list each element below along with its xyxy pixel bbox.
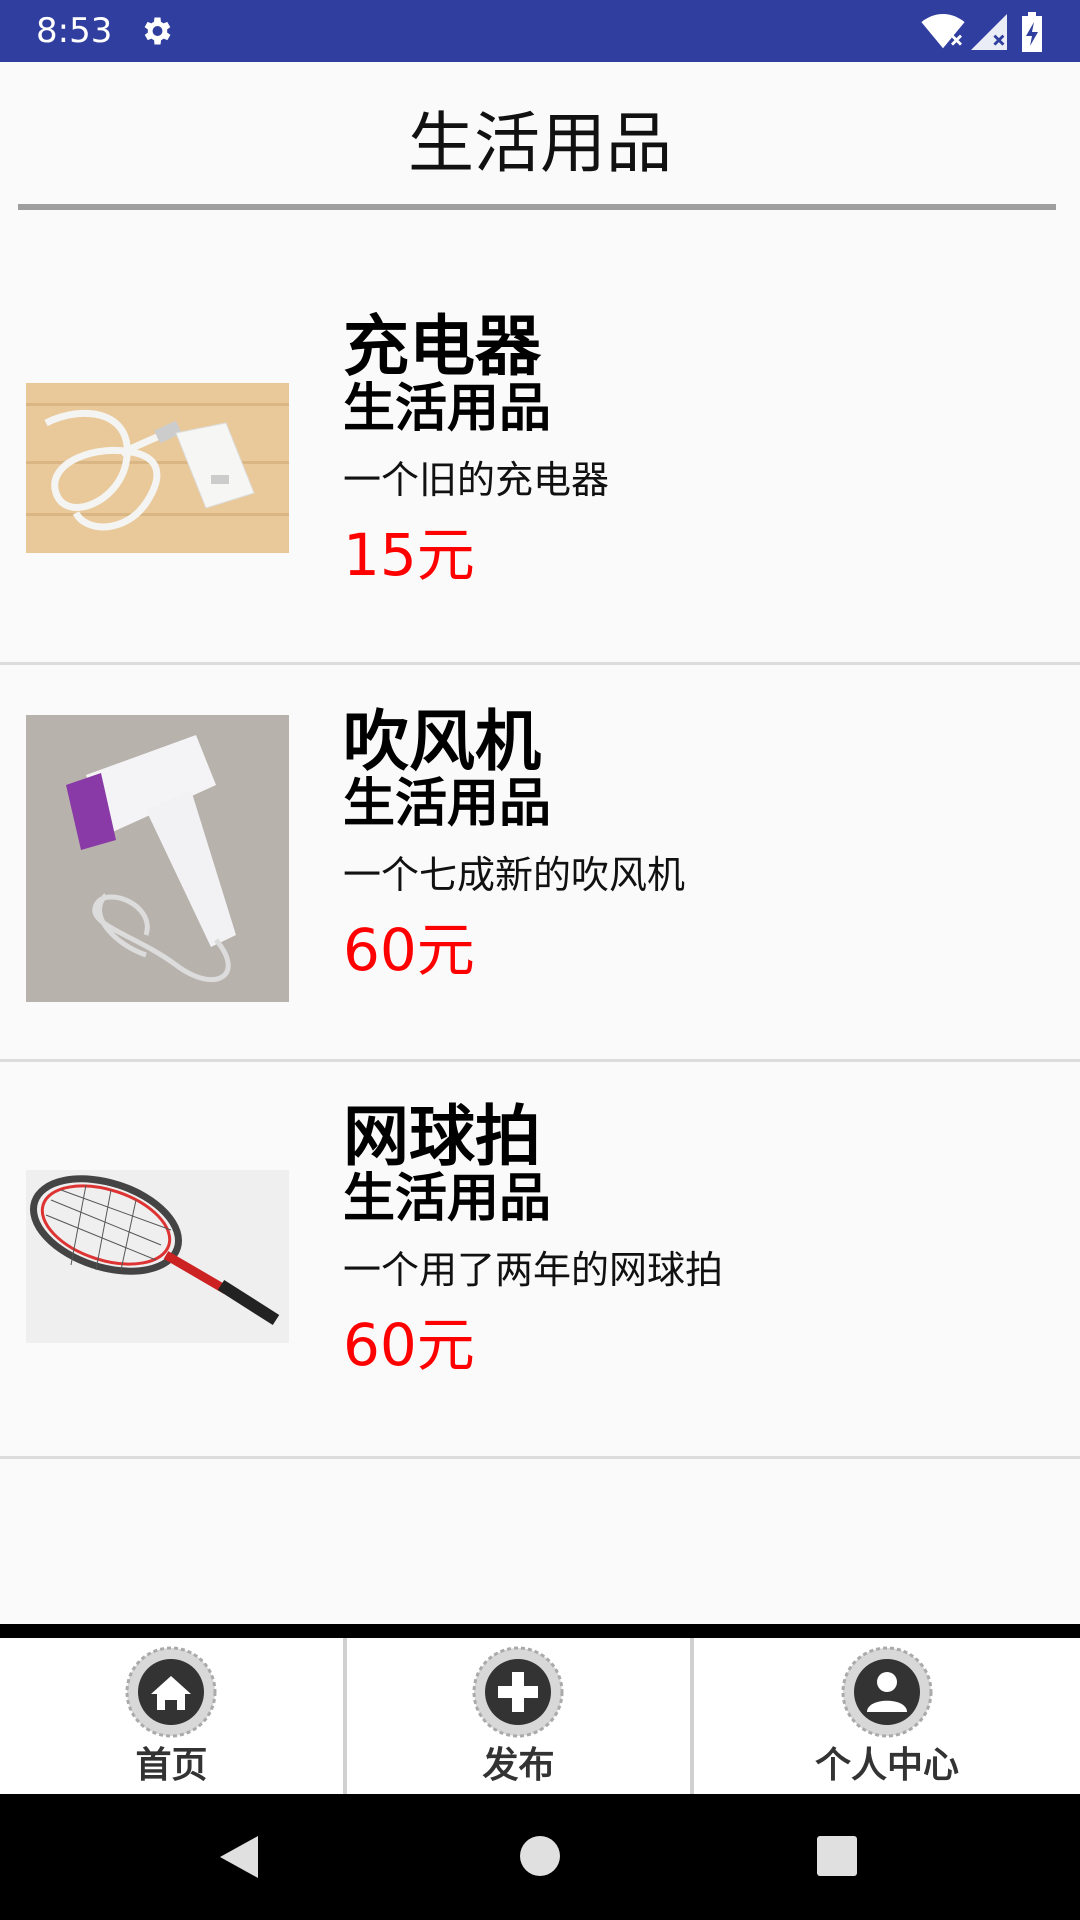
system-nav-bar <box>0 1794 1080 1920</box>
recents-icon[interactable] <box>817 1836 857 1876</box>
hair-dryer-image <box>26 715 289 1002</box>
list-item[interactable]: 吹风机 生活用品 一个七成新的吹风机 60元 <box>0 665 1080 1062</box>
item-category: 生活用品 <box>343 379 552 439</box>
list-item[interactable]: 网球拍 生活用品 一个用了两年的网球拍 60元 <box>0 1062 1080 1459</box>
item-category: 生活用品 <box>343 1169 552 1229</box>
item-description: 一个七成新的吹风机 <box>343 853 686 897</box>
item-title: 充电器 <box>343 308 541 385</box>
item-category: 生活用品 <box>343 774 552 834</box>
bottom-nav-topline <box>0 1624 1080 1638</box>
header: 生活用品 <box>0 62 1080 212</box>
settings-gear-icon <box>144 17 171 45</box>
back-icon[interactable] <box>218 1834 260 1880</box>
title-divider <box>18 204 1056 210</box>
person-icon <box>841 1646 933 1738</box>
signal-icon <box>971 14 1007 50</box>
wifi-icon <box>921 14 965 49</box>
item-description: 一个旧的充电器 <box>343 458 610 502</box>
tennis-racket-image <box>26 1170 289 1343</box>
item-description: 一个用了两年的网球拍 <box>343 1248 724 1292</box>
product-list: 充电器 生活用品 一个旧的充电器 15元 吹风机 生活用品 一个七成新的吹风机 … <box>0 268 1080 1459</box>
nav-item-profile[interactable]: 个人中心 <box>694 1638 1080 1794</box>
status-bar: 8:53 <box>0 0 1080 62</box>
plus-icon <box>472 1646 564 1738</box>
nav-label-publish: 发布 <box>482 1745 555 1786</box>
charger-image <box>26 383 289 553</box>
nav-item-publish[interactable]: 发布 <box>347 1638 690 1794</box>
nav-item-home[interactable]: 首页 <box>0 1638 343 1794</box>
battery-charging-icon <box>1022 12 1042 52</box>
status-time: 8:53 <box>36 11 113 51</box>
home-circle-icon[interactable] <box>519 1835 561 1877</box>
nav-label-home: 首页 <box>135 1745 208 1786</box>
item-title: 网球拍 <box>343 1098 541 1175</box>
home-icon <box>125 1646 217 1738</box>
item-price: 60元 <box>343 1311 475 1379</box>
item-price: 60元 <box>343 916 475 984</box>
item-price: 15元 <box>343 521 475 589</box>
bottom-nav: 首页 发布 个人中心 <box>0 1638 1080 1794</box>
item-title: 吹风机 <box>343 703 541 780</box>
list-item[interactable]: 充电器 生活用品 一个旧的充电器 15元 <box>0 268 1080 665</box>
nav-label-profile: 个人中心 <box>814 1745 959 1786</box>
page-title: 生活用品 <box>408 105 672 182</box>
